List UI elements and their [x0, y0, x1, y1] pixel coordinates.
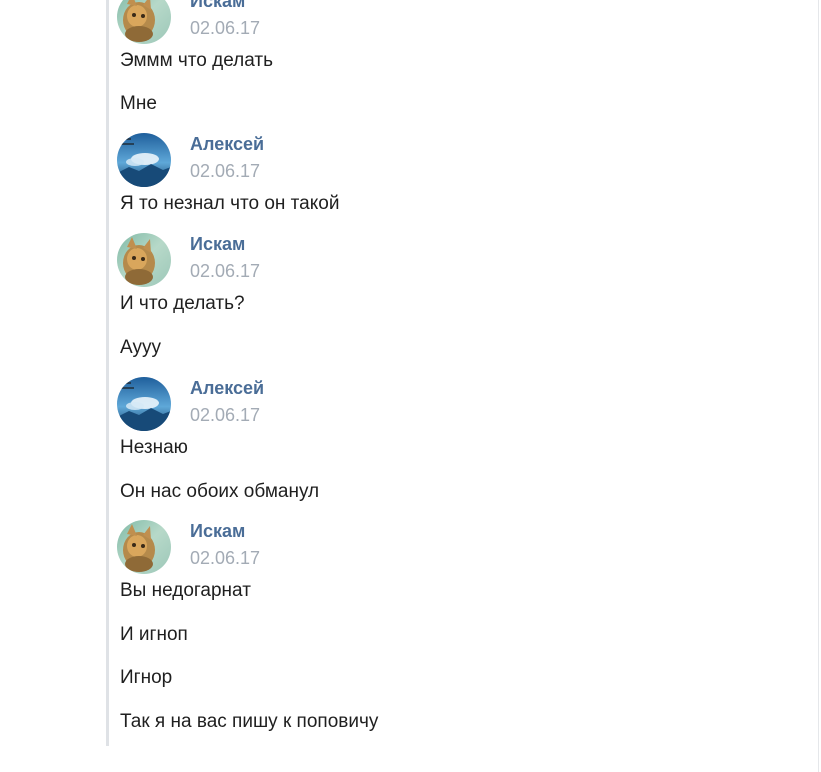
avatar-sky[interactable]: [117, 377, 171, 431]
avatar-cat[interactable]: [117, 520, 171, 574]
cat-icon: [117, 520, 171, 574]
avatar-cat[interactable]: [117, 0, 171, 44]
message-text: Он нас обоих обманул: [120, 481, 320, 502]
message-text: И что делать?: [120, 293, 245, 314]
message-text: Я то незнал что он такой: [120, 193, 340, 214]
cat-icon: [117, 0, 171, 44]
message-date[interactable]: 02.06.17: [190, 161, 260, 182]
sky-landscape-icon: [117, 133, 171, 187]
message-text: Ауyy: [120, 337, 161, 358]
message-text: Вы недогарнат: [120, 580, 251, 601]
cat-icon: [117, 233, 171, 287]
author-name[interactable]: Алексей: [190, 134, 264, 155]
thread-divider: [106, 0, 109, 746]
message-text: Мне: [120, 93, 157, 114]
message-text: Эммм что делать: [120, 50, 274, 71]
chat-viewport: Искам 02.06.17 Эммм что делать Мне Алекс…: [0, 0, 821, 772]
scroll-edge: [818, 0, 819, 772]
message-date[interactable]: 02.06.17: [190, 548, 260, 569]
message-text: Незнаю: [120, 437, 188, 458]
author-name[interactable]: Искам: [190, 234, 245, 255]
avatar-sky[interactable]: [117, 133, 171, 187]
message-text: И игноп: [120, 624, 188, 645]
message-date[interactable]: 02.06.17: [190, 18, 260, 39]
author-name[interactable]: Искам: [190, 0, 245, 12]
message-date[interactable]: 02.06.17: [190, 405, 260, 426]
message-text: Игнор: [120, 667, 173, 688]
avatar-cat[interactable]: [117, 233, 171, 287]
message-text: Так я на вас пишу к поповичу: [120, 711, 379, 732]
sky-landscape-icon: [117, 377, 171, 431]
author-name[interactable]: Алексей: [190, 378, 264, 399]
author-name[interactable]: Искам: [190, 521, 245, 542]
message-date[interactable]: 02.06.17: [190, 261, 260, 282]
